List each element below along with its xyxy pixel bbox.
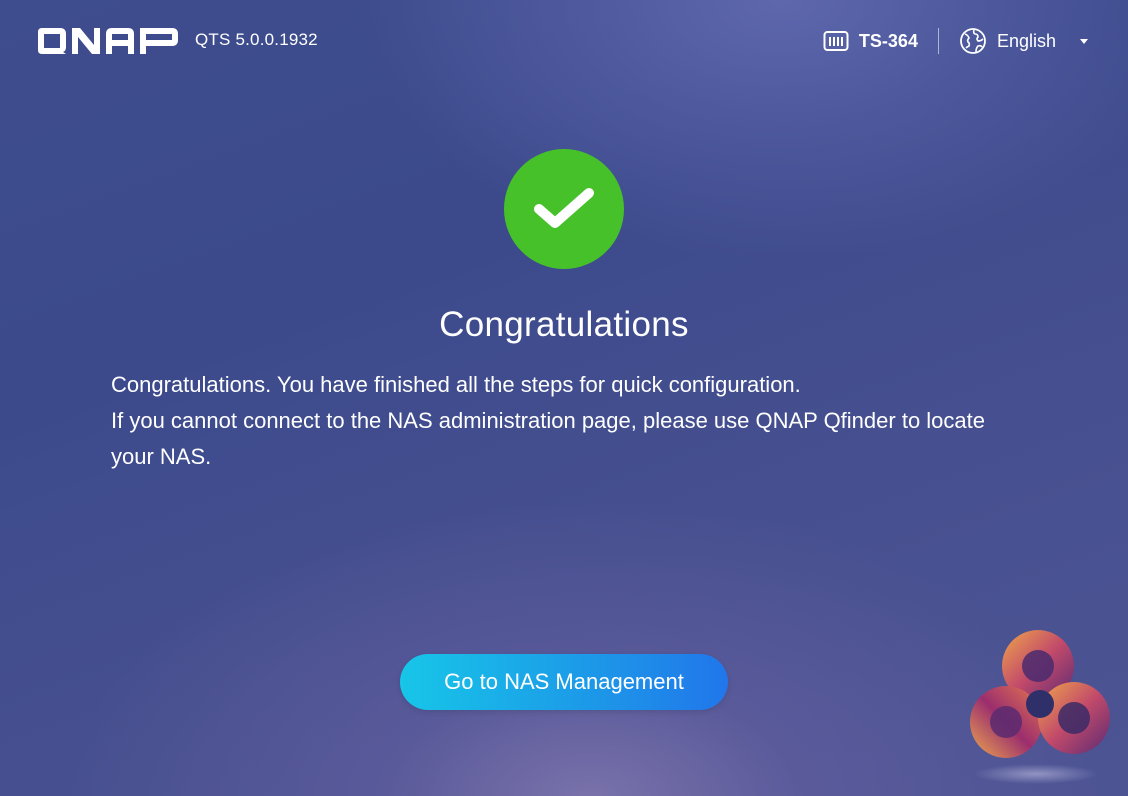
message-line-1: Congratulations. You have finished all t… bbox=[111, 372, 801, 397]
nas-device-icon bbox=[823, 31, 849, 51]
setup-complete-page: QTS 5.0.0.1932 TS-364 English Congratula… bbox=[0, 0, 1128, 796]
completion-message: Congratulations. You have finished all t… bbox=[111, 367, 1011, 475]
model-label: TS-364 bbox=[858, 30, 918, 51]
header-controls: TS-364 English bbox=[823, 26, 1088, 56]
page-title: Congratulations bbox=[439, 305, 689, 344]
firmware-version: QTS 5.0.0.1932 bbox=[195, 30, 318, 49]
brand-watermark-icon bbox=[970, 630, 1110, 784]
language-selector[interactable]: English bbox=[959, 27, 1088, 55]
language-label: English bbox=[996, 30, 1056, 51]
message-line-2: If you cannot connect to the NAS adminis… bbox=[111, 408, 985, 469]
qnap-logo bbox=[38, 28, 178, 54]
header-divider bbox=[937, 28, 939, 54]
globe-icon bbox=[960, 28, 986, 54]
checkmark-icon bbox=[534, 188, 594, 228]
go-to-nas-management-button[interactable]: Go to NAS Management bbox=[400, 654, 728, 710]
device-model: TS-364 bbox=[823, 29, 918, 53]
success-badge bbox=[504, 149, 624, 269]
caret-down-icon bbox=[1080, 38, 1088, 44]
